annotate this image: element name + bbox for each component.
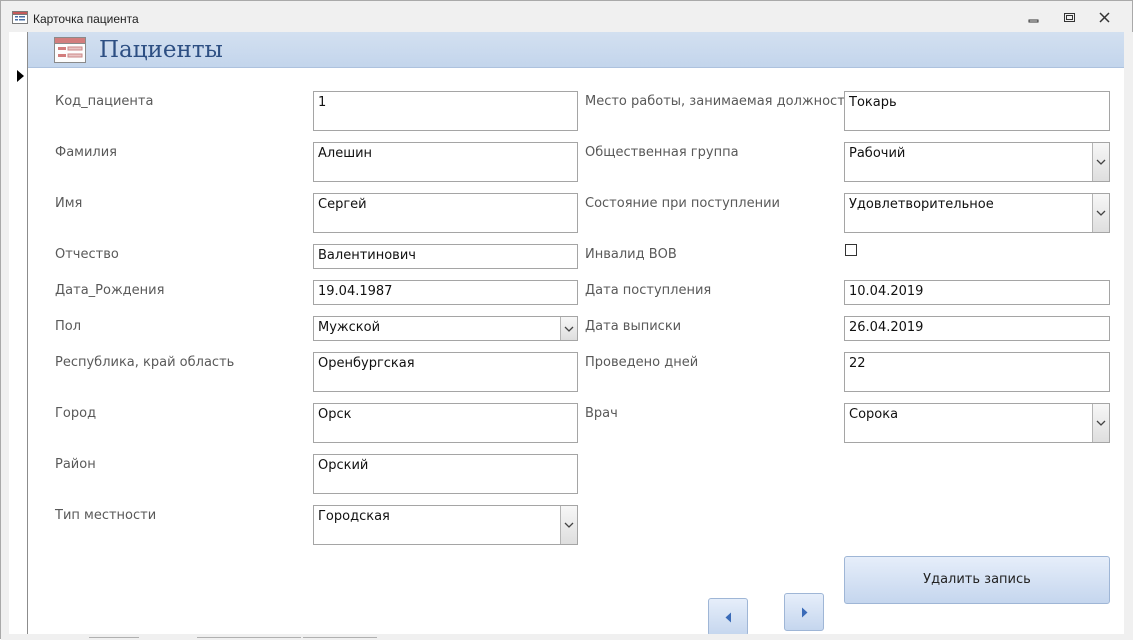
city-field[interactable]: Орск <box>313 403 578 443</box>
discharge-date-field[interactable]: 26.04.2019 <box>844 316 1110 341</box>
district-field[interactable]: Орский <box>313 454 578 494</box>
label-patronymic: Отчество <box>55 247 119 262</box>
patient-id-field[interactable]: 1 <box>313 91 578 131</box>
close-icon[interactable] <box>1095 10 1115 26</box>
chevron-down-icon[interactable] <box>1092 404 1109 442</box>
doctor-combo-value: Сорока <box>849 407 899 422</box>
label-birth-date: Дата_Рождения <box>55 283 165 298</box>
chevron-down-icon[interactable] <box>1092 143 1109 181</box>
record-selector[interactable] <box>9 32 28 640</box>
last-name-field[interactable]: Алешин <box>313 142 578 182</box>
next-record-button[interactable] <box>784 593 824 631</box>
label-region: Республика, край область <box>55 355 235 370</box>
gender-combo-value: Мужской <box>318 320 381 335</box>
label-discharge-date: Дата выписки <box>585 319 682 334</box>
label-workplace: Место работы, занимаемая должность <box>585 94 853 109</box>
window-title: Карточка пациента <box>33 12 139 26</box>
label-admission-date: Дата поступления <box>585 283 712 298</box>
war-invalid-checkbox[interactable] <box>845 244 857 256</box>
form-header-icon <box>54 37 86 63</box>
locality-type-combo[interactable]: Городская <box>313 505 578 545</box>
label-city: Город <box>55 406 97 421</box>
admission-condition-combo[interactable]: Удовлетворительное <box>844 193 1110 233</box>
social-group-combo[interactable]: Рабочий <box>844 142 1110 182</box>
form-icon <box>12 11 28 24</box>
first-name-field[interactable]: Сергей <box>313 193 578 233</box>
social-group-combo-value: Рабочий <box>849 146 906 161</box>
admission-date-field[interactable]: 10.04.2019 <box>844 280 1110 305</box>
bottom-edge <box>1 634 1133 640</box>
arrow-left-icon <box>725 612 731 623</box>
label-admission-condition: Состояние при поступлении <box>585 196 781 211</box>
label-social-group: Общественная группа <box>585 145 739 160</box>
gender-combo[interactable]: Мужской <box>313 316 578 341</box>
locality-type-combo-value: Городская <box>318 509 390 524</box>
arrow-right-icon <box>802 607 808 618</box>
chevron-down-icon[interactable] <box>560 317 577 340</box>
label-gender: Пол <box>55 319 82 334</box>
admission-condition-combo-value: Удовлетворительное <box>849 197 994 212</box>
delete-record-button[interactable]: Удалить запись <box>844 556 1110 604</box>
access-form-window: Карточка пациента Пациенты Код_пациента … <box>0 0 1133 640</box>
chevron-down-icon[interactable] <box>560 506 577 544</box>
label-locality-type: Тип местности <box>55 508 157 523</box>
minimize-icon[interactable] <box>1024 10 1044 26</box>
current-record-arrow-icon <box>17 70 24 82</box>
label-patient-id: Код_пациента <box>55 94 154 109</box>
window-right-border <box>1124 32 1133 640</box>
label-doctor: Врач <box>585 406 618 421</box>
label-war-invalid: Инвалид ВОВ <box>585 247 677 262</box>
label-days-spent: Проведено дней <box>585 355 699 370</box>
doctor-combo[interactable]: Сорока <box>844 403 1110 443</box>
birth-date-field[interactable]: 19.04.1987 <box>313 280 578 305</box>
patronymic-field[interactable]: Валентинович <box>313 244 578 269</box>
window-titlebar[interactable]: Карточка пациента <box>1 1 1132 32</box>
form-header: Пациенты <box>28 32 1124 68</box>
workplace-field[interactable]: Токарь <box>844 91 1110 131</box>
page-title: Пациенты <box>99 37 223 63</box>
restore-icon[interactable] <box>1060 10 1080 26</box>
previous-record-button[interactable] <box>708 598 748 636</box>
days-spent-field[interactable]: 22 <box>844 352 1110 392</box>
label-district: Район <box>55 457 96 472</box>
label-first-name: Имя <box>55 196 83 211</box>
region-field[interactable]: Оренбургская <box>313 352 578 392</box>
label-last-name: Фамилия <box>55 145 117 160</box>
chevron-down-icon[interactable] <box>1092 194 1109 232</box>
